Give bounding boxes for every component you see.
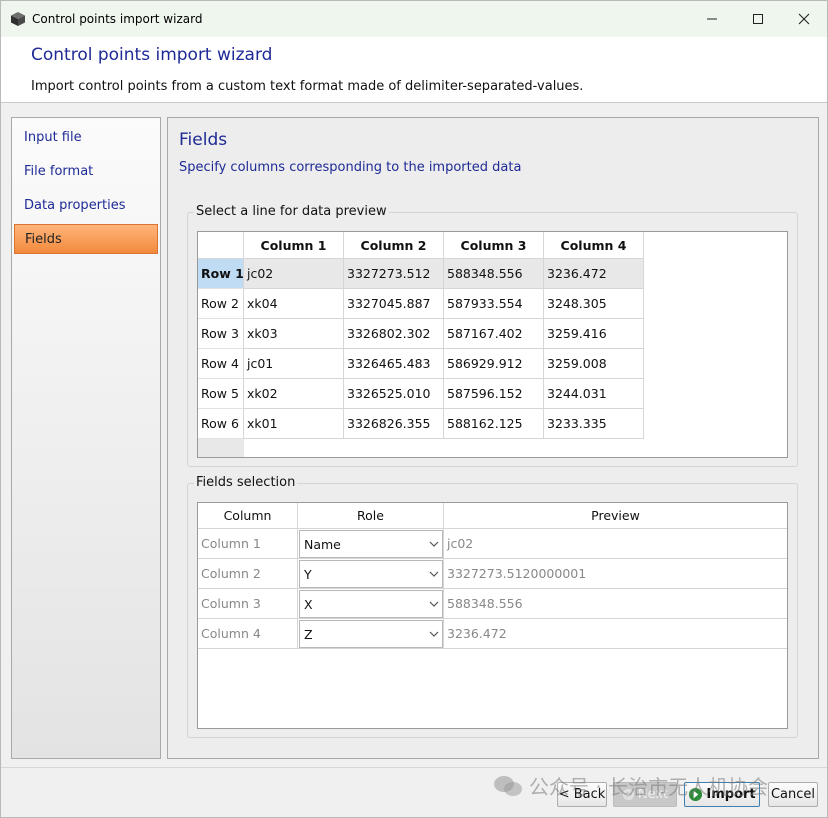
table-cell[interactable]: 587167.402 (444, 319, 544, 349)
row-header[interactable]: Row 4 (198, 349, 244, 379)
field-column-label: Column 1 (198, 529, 298, 559)
minimize-button[interactable] (689, 1, 735, 37)
fields-selection-grid: Column Role Preview Column 1 Name jc02 C… (197, 502, 788, 729)
close-icon (798, 13, 810, 25)
table-cell[interactable]: xk04 (244, 289, 344, 319)
role-select-column-1[interactable]: Name (299, 530, 443, 558)
role-select-column-3[interactable]: X (299, 590, 443, 618)
row-header[interactable]: Row 3 (198, 319, 244, 349)
nav-item-fields[interactable]: Fields (14, 224, 158, 254)
wizard-header: Control points import wizard Import cont… (1, 37, 827, 103)
table-cell[interactable]: xk03 (244, 319, 344, 349)
data-preview-grid[interactable]: Column 1 Column 2 Column 3 Column 4 Row … (197, 231, 788, 458)
table-cell[interactable]: 3233.335 (544, 409, 644, 439)
role-select-value: Name (304, 536, 341, 552)
table-cell[interactable]: 3248.305 (544, 289, 644, 319)
table-cell[interactable]: 3236.472 (544, 259, 644, 289)
nav-item-file-format[interactable]: File format (14, 157, 158, 187)
watermark-text: 公众号 · 长治市无人机协会 (529, 775, 769, 799)
wizard-window: Control points import wizard Control poi… (0, 0, 828, 818)
row-header[interactable]: Row 5 (198, 379, 244, 409)
chevron-down-icon (429, 571, 439, 577)
fields-header-preview: Preview (444, 503, 787, 529)
column-header[interactable]: Column 4 (544, 232, 644, 259)
row-header[interactable]: Row 2 (198, 289, 244, 319)
table-cell[interactable]: 3244.031 (544, 379, 644, 409)
nav-item-input-file[interactable]: Input file (14, 123, 158, 153)
table-cell[interactable]: 3326802.302 (344, 319, 444, 349)
content-subtitle: Specify columns corresponding to the imp… (179, 160, 522, 175)
table-cell[interactable]: 3327045.887 (344, 289, 444, 319)
field-column-label: Column 2 (198, 559, 298, 589)
nav-item-data-properties[interactable]: Data properties (14, 191, 158, 221)
role-select-column-2[interactable]: Y (299, 560, 443, 588)
table-cell[interactable]: 3327273.512 (344, 259, 444, 289)
grid-footer-strip (198, 439, 244, 457)
app-cube-icon (11, 12, 25, 26)
field-preview-value: jc02 (444, 529, 787, 559)
wizard-steps-nav: Input file File format Data properties F… (11, 117, 161, 759)
table-cell[interactable]: 3259.416 (544, 319, 644, 349)
cancel-button[interactable]: Cancel (768, 782, 818, 807)
field-preview-value: 588348.556 (444, 589, 787, 619)
header-title: Control points import wizard (31, 45, 273, 65)
fields-header-column: Column (198, 503, 298, 529)
fields-selection-group-label: Fields selection (194, 475, 298, 490)
wechat-logo-icon (494, 775, 522, 796)
data-preview-group-label: Select a line for data preview (194, 204, 389, 219)
role-select-column-4[interactable]: Z (299, 620, 443, 648)
table-cell[interactable]: 586929.912 (444, 349, 544, 379)
maximize-icon (753, 14, 763, 24)
header-description: Import control points from a custom text… (31, 79, 584, 94)
column-header[interactable]: Column 1 (244, 232, 344, 259)
content-title: Fields (179, 130, 228, 150)
field-column-label: Column 3 (198, 589, 298, 619)
table-cell[interactable]: xk01 (244, 409, 344, 439)
chevron-down-icon (429, 631, 439, 637)
maximize-button[interactable] (735, 1, 781, 37)
watermark: 公众号 · 长治市无人机协会 (493, 771, 768, 800)
row-header[interactable]: Row 6 (198, 409, 244, 439)
table-cell[interactable]: 3326826.355 (344, 409, 444, 439)
role-select-value: X (304, 596, 313, 612)
table-cell[interactable]: 587933.554 (444, 289, 544, 319)
table-cell[interactable]: xk02 (244, 379, 344, 409)
fields-header-role: Role (298, 503, 444, 529)
grid-corner (198, 232, 244, 259)
title-bar: Control points import wizard (1, 1, 827, 37)
column-header[interactable]: Column 3 (444, 232, 544, 259)
table-cell[interactable]: 3326465.483 (344, 349, 444, 379)
field-preview-value: 3236.472 (444, 619, 787, 649)
table-cell[interactable]: 3259.008 (544, 349, 644, 379)
column-header[interactable]: Column 2 (344, 232, 444, 259)
role-select-value: Y (304, 566, 312, 582)
chevron-down-icon (429, 601, 439, 607)
field-column-label: Column 4 (198, 619, 298, 649)
minimize-icon (707, 18, 717, 20)
table-cell[interactable]: 588162.125 (444, 409, 544, 439)
row-header[interactable]: Row 1 (198, 259, 244, 289)
table-cell[interactable]: jc01 (244, 349, 344, 379)
table-cell[interactable]: 3326525.010 (344, 379, 444, 409)
table-cell[interactable]: 588348.556 (444, 259, 544, 289)
chevron-down-icon (429, 541, 439, 547)
role-select-value: Z (304, 626, 313, 642)
field-preview-value: 3327273.5120000001 (444, 559, 787, 589)
window-title: Control points import wizard (32, 12, 203, 26)
close-button[interactable] (781, 1, 827, 37)
table-cell[interactable]: 587596.152 (444, 379, 544, 409)
table-cell[interactable]: jc02 (244, 259, 344, 289)
